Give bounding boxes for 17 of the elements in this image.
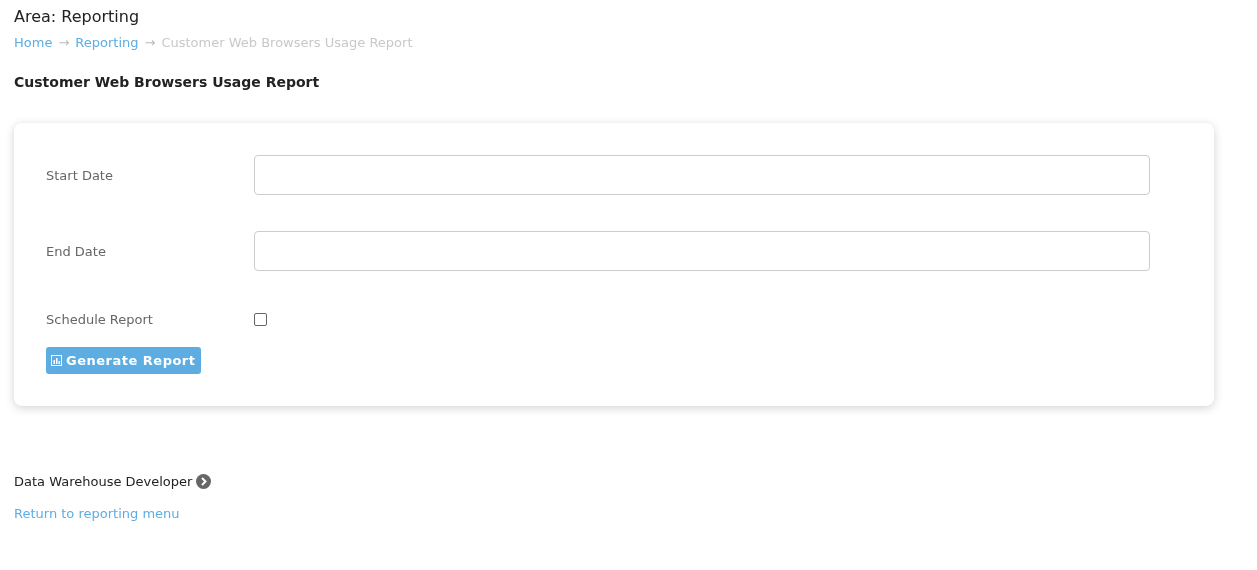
breadcrumb-link[interactable]: Reporting [75, 34, 139, 52]
breadcrumb-arrow: → [144, 34, 156, 52]
area-title: Area: Reporting [14, 6, 141, 28]
developer-label: Data Warehouse Developer [14, 474, 193, 489]
date-input[interactable] [254, 155, 1150, 195]
breadcrumb-link[interactable]: Home [14, 34, 53, 52]
date-input[interactable] [254, 231, 1150, 271]
report-heading: Customer Web Browsers Usage Report [14, 74, 321, 90]
breadcrumb-arrow: → [58, 34, 70, 52]
field-label: Schedule Report [46, 311, 154, 327]
field-label: Start Date [46, 167, 114, 183]
return-link[interactable]: Return to reporting menu [14, 506, 180, 521]
field-label: End Date [46, 243, 107, 259]
bar-chart-icon [51, 355, 62, 366]
generate-report-button[interactable]: Generate Report [46, 347, 201, 374]
schedule-checkbox[interactable] [254, 312, 267, 326]
chevron-right-icon[interactable] [196, 474, 212, 489]
